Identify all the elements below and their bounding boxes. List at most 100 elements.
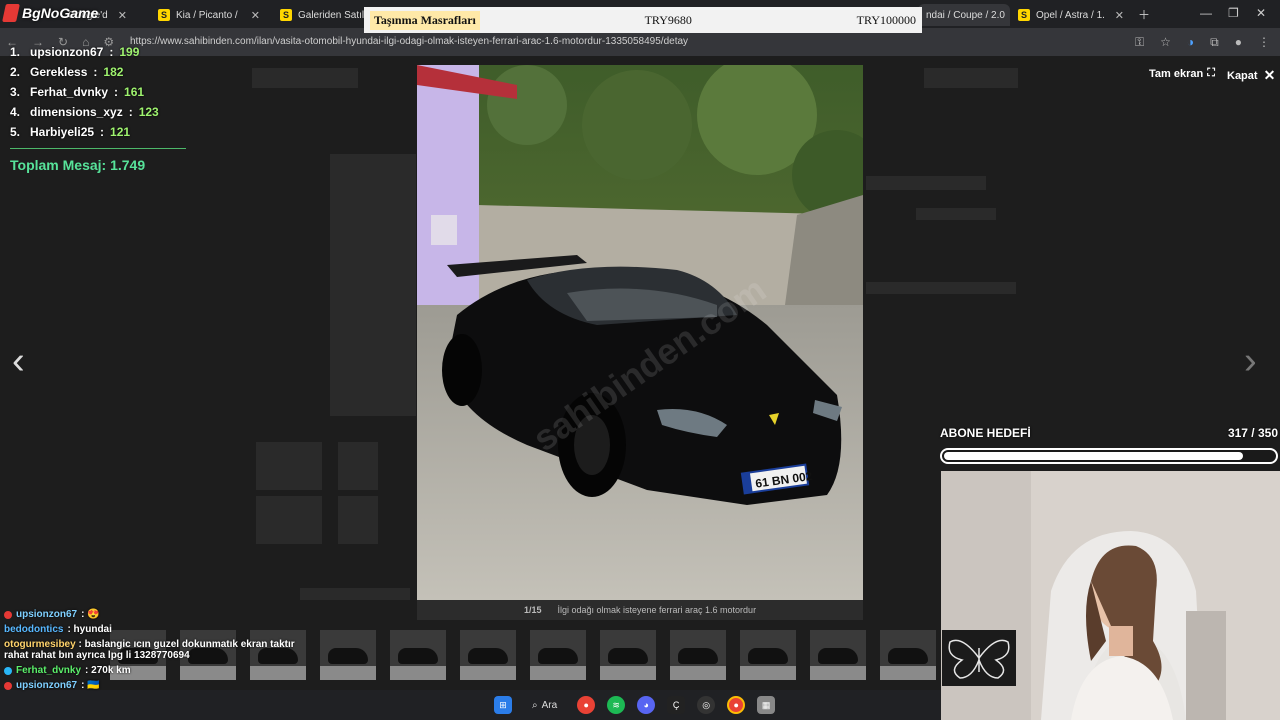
profile-avatar-icon[interactable]: ● — [1235, 35, 1242, 50]
search-icon: ⌕ — [532, 699, 538, 711]
chrome-icon[interactable]: ● — [727, 696, 746, 714]
browser-tab-active[interactable]: ndai / Coupe / 2.0✕ — [918, 4, 1010, 26]
photo-counter: 1/15 — [523, 605, 542, 615]
username: upsionzon67 — [30, 45, 104, 59]
browser-tab[interactable]: S Galeriden Satılık 19 — [272, 4, 364, 26]
tab-label: ndai / Coupe / 2.0 — [926, 9, 1005, 21]
chrome-icon[interactable]: ● — [577, 696, 596, 714]
close-icon[interactable]: ✕ — [118, 9, 127, 22]
sahibinden-favicon-icon: S — [158, 9, 170, 21]
thumbnail[interactable] — [600, 630, 656, 680]
leaderboard-row: 3. Ferhat_dvnky:161 — [10, 85, 145, 99]
new-tab-icon[interactable]: ＋ — [1138, 6, 1150, 23]
chat-text: : hyundai — [67, 624, 112, 635]
text-ghost — [866, 282, 1016, 294]
minimize-icon[interactable]: — — [1200, 6, 1212, 20]
close-icon[interactable]: ✕ — [251, 9, 260, 22]
fullscreen-icon: ⛶ — [1207, 67, 1215, 79]
app-icon[interactable]: Ç — [667, 696, 686, 714]
goal-title: ABONE HEDEFİ — [940, 426, 1031, 440]
key-icon[interactable]: ⚿ — [1135, 35, 1144, 50]
windows-start-icon[interactable]: ⊞ — [494, 696, 512, 714]
chat-message: bedodontics : hyundai — [0, 622, 440, 637]
thumb-ghost — [338, 442, 378, 490]
goal-progress-fill — [944, 452, 1243, 460]
rank: 1. — [10, 45, 21, 59]
site-logo-ghost — [252, 68, 358, 88]
toolbar-icons: ⚿ ☆ ◑ ⧉ ● ⋮ — [1135, 35, 1270, 50]
spotify-icon[interactable]: ≋ — [607, 696, 626, 714]
car-photo-illustration: 61 BN 002 sahibinden.com — [417, 65, 863, 600]
chat-message: Ferhat_dvnky : 270k km — [0, 663, 440, 678]
chat-username: bedodontics — [4, 624, 64, 635]
extensions-puzzle-icon[interactable]: ⧉ — [1210, 35, 1219, 50]
close-icon[interactable]: ✕ — [1115, 9, 1124, 22]
score: 121 — [110, 125, 131, 139]
chat-message: otogurmesibey : baslangic ıcın guzel dok… — [0, 637, 310, 663]
maximize-icon[interactable]: ❐ — [1228, 6, 1239, 20]
thumbnail[interactable] — [460, 630, 516, 680]
close-label: Kapat — [1227, 69, 1258, 82]
text-ghost — [300, 588, 410, 600]
username: Gerekless — [30, 65, 88, 79]
leaderboard-row: 5. Harbiyeli25:121 — [10, 125, 131, 139]
fullscreen-label: Tam ekran — [1149, 67, 1204, 80]
badge-icon — [4, 667, 12, 675]
url-text[interactable]: https://www.sahibinden.com/ilan/vasita-o… — [130, 36, 688, 47]
windows-taskbar: ⊞ ⌕ Ara ● ≋ ◕ Ç ◎ ● ▦ — [470, 690, 810, 720]
score: 182 — [103, 65, 124, 79]
badge-icon — [4, 611, 12, 619]
text-ghost — [916, 208, 996, 220]
bookmark-star-icon[interactable]: ☆ — [1160, 35, 1171, 50]
butterfly-logo-icon — [942, 630, 1016, 686]
text-ghost — [866, 176, 986, 190]
browser-tab[interactable]: S Kia / Picanto / 1.0L Fe ✕ — [150, 4, 268, 26]
username: dimensions_xyz — [30, 105, 123, 119]
budget-target: TRY100000 — [856, 12, 916, 27]
stream-chat: upsionzon67 : 😍 bedodontics : hyundai ot… — [0, 607, 440, 693]
username: Ferhat_dvnky — [30, 85, 109, 99]
fullscreen-button[interactable]: Tam ekran ⛶ — [1149, 67, 1215, 80]
thumb-ghost — [338, 496, 378, 544]
chat-username: upsionzon67 — [16, 609, 78, 620]
search-label: Ara — [541, 699, 558, 711]
browser-tab[interactable]: S Opel / Astra / 1.6 / Ec ✕ — [1010, 4, 1132, 26]
thumbnail[interactable] — [670, 630, 726, 680]
chat-username: upsionzon67 — [16, 680, 78, 691]
rank: 5. — [10, 125, 21, 139]
next-photo-arrow-icon[interactable]: › — [1244, 340, 1257, 383]
chat-leaderboard: 1. upsionzon67:199 2. Gerekless:182 3. Ferh… — [10, 42, 186, 173]
window-close-icon[interactable]: ✕ — [1256, 6, 1266, 20]
chat-username: Ferhat_dvnky — [16, 665, 82, 676]
thumb-ghost — [256, 496, 322, 544]
username: Harbiyeli25 — [30, 125, 95, 139]
chat-message: upsionzon67 : 🇺🇦 — [0, 678, 440, 693]
budget-label: Taşınma Masrafları — [370, 10, 480, 30]
goal-header: ABONE HEDEFİ 317 / 350 — [940, 426, 1278, 440]
tab-label: Opel / Astra / 1.6 / Ec — [1036, 9, 1105, 21]
photo-caption: İlgi odağı olmak isteyene ferrari araç 1… — [557, 605, 757, 615]
thumbnail[interactable] — [880, 630, 936, 680]
sahibinden-favicon-icon: S — [1018, 9, 1030, 21]
divider — [10, 148, 186, 149]
score: 199 — [119, 45, 140, 59]
obs-icon[interactable]: ◎ — [697, 696, 716, 714]
calculator-icon[interactable]: ▦ — [757, 696, 776, 714]
chat-text: : 270k km — [85, 665, 131, 676]
sahibinden-favicon-icon: S — [280, 9, 292, 21]
chat-message: upsionzon67 : 😍 — [0, 607, 440, 622]
taskbar-search[interactable]: ⌕ Ara — [524, 700, 565, 711]
menu-dots-icon[interactable]: ⋮ — [1258, 35, 1270, 50]
thumbnail[interactable] — [740, 630, 796, 680]
thumbnail[interactable] — [530, 630, 586, 680]
previous-photo-arrow-icon[interactable]: ‹ — [12, 340, 25, 383]
chat-text: : 🇺🇦 — [81, 680, 100, 691]
gallery-photo[interactable]: 61 BN 002 sahibinden.com — [417, 65, 863, 600]
extension-icon[interactable]: ◑ — [1187, 35, 1194, 50]
leaderboard-row: 2. Gerekless:182 — [10, 65, 124, 79]
discord-icon[interactable]: ◕ — [637, 696, 656, 714]
close-gallery-button[interactable]: Kapat ✕ — [1227, 67, 1275, 84]
goal-progress-bar — [940, 448, 1278, 464]
close-icon: ✕ — [1263, 67, 1276, 83]
thumbnail[interactable] — [810, 630, 866, 680]
